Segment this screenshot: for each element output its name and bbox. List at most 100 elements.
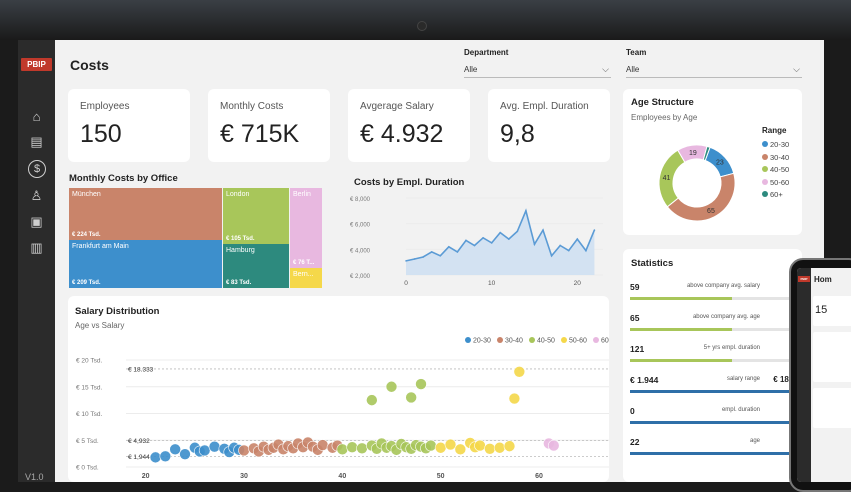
treemap-tile[interactable]: Berlin € 76 T... — [290, 188, 322, 268]
x-tick-label: 10 — [488, 280, 496, 287]
x-tick-label: 40 — [338, 473, 346, 480]
dollar-icon[interactable]: $ — [28, 160, 46, 178]
data-point — [454, 443, 467, 456]
legend-label: 20-30 — [473, 338, 491, 345]
statistics-row: 0empl. duration22 — [630, 406, 800, 432]
data-point — [434, 441, 447, 454]
data-point — [405, 391, 417, 404]
phone-screen: PBIP Hom 15 — [797, 268, 851, 482]
data-point — [425, 439, 437, 452]
legend-item[interactable]: 40-50 — [762, 164, 789, 177]
stat-label: salary range — [726, 376, 760, 382]
legend-label: 40-50 — [537, 338, 555, 345]
data-point — [585, 249, 587, 252]
phone-chart-card — [813, 332, 851, 382]
tile-name: Frankfurt am Main — [72, 243, 129, 250]
department-select[interactable]: Alle ⌵ — [464, 63, 611, 78]
department-filter-label: Department — [464, 48, 509, 57]
data-point — [490, 242, 493, 244]
y-tick-label: € 15 Tsd. — [76, 384, 102, 391]
laptop-bezel — [0, 0, 851, 40]
stat-label: empl. duration — [721, 407, 760, 413]
data-point — [346, 441, 358, 454]
legend-swatch — [593, 337, 599, 343]
data-point — [422, 256, 424, 258]
team-select[interactable]: Alle ⌵ — [626, 63, 802, 78]
legend-swatch — [762, 191, 768, 197]
user-icon[interactable]: ♙ — [27, 186, 46, 205]
data-point — [385, 380, 398, 393]
y-tick-label: € 0 Tsd. — [76, 465, 99, 472]
data-point — [366, 394, 378, 406]
treemap-tile[interactable]: London € 105 Tsd. — [223, 188, 289, 244]
team-filter-label: Team — [626, 48, 647, 57]
data-point — [179, 448, 191, 460]
treemap-tile[interactable]: Frankfurt am Main € 209 Tsd. — [69, 240, 222, 288]
app-logo[interactable]: PBIP — [21, 58, 52, 71]
y-tick-label: € 4,000 — [350, 248, 371, 254]
data-point — [503, 440, 516, 452]
donut-legend: 20-30 30-40 40-50 50-60 60+ — [762, 139, 789, 202]
y-tick-label: € 20 Tsd. — [76, 358, 102, 365]
data-point — [465, 239, 467, 242]
data-point — [542, 229, 544, 231]
x-tick-label: 0 — [404, 280, 408, 287]
stat-bar-fill — [630, 390, 800, 393]
kpi-card-employees: Employees 150 — [68, 89, 190, 162]
tile-name: London — [226, 191, 250, 198]
table-icon[interactable]: ▤ — [27, 132, 46, 151]
report-icon[interactable]: ▥ — [27, 238, 46, 257]
treemap-tile[interactable]: Hamburg € 83 Tsd. — [223, 244, 289, 288]
salary-distribution-card: Salary Distribution Age vs Salary € 0 Ts… — [68, 296, 609, 482]
tile-name: Bern... — [293, 271, 314, 278]
chevron-down-icon: ⌵ — [602, 64, 609, 74]
legend-label: 40-50 — [770, 165, 790, 174]
data-point — [473, 244, 476, 247]
legend-swatch — [497, 337, 503, 343]
data-point — [208, 440, 221, 453]
treemap-title: Monthly Costs by Office — [69, 173, 178, 184]
data-point — [356, 442, 368, 455]
phone-device: PBIP Hom 15 — [789, 258, 851, 492]
legend-swatch — [762, 178, 768, 185]
data-point — [444, 438, 457, 451]
data-point — [499, 231, 502, 234]
legend-label: 20-30 — [770, 140, 790, 149]
treemap-tile[interactable]: München € 224 Tsd. — [69, 188, 222, 240]
tile-name: München — [72, 191, 101, 198]
kpi-value: € 4.932 — [360, 120, 444, 148]
legend-item[interactable]: 20-30 — [762, 139, 789, 152]
x-tick-label: 60 — [535, 473, 543, 480]
legend-item[interactable]: 60+ — [762, 189, 789, 202]
legend-swatch — [561, 337, 567, 343]
donut-chart: 23 65 41 19 — [658, 144, 736, 222]
version-label: V1.0 — [25, 472, 44, 482]
data-point — [567, 249, 570, 252]
page-title: Costs — [70, 57, 109, 73]
phone-logo: PBIP — [798, 276, 810, 282]
phone-nav-rail — [797, 268, 811, 482]
stat-bar-fill — [630, 421, 800, 424]
legend-swatch — [529, 337, 535, 343]
chevron-down-icon: ⌵ — [793, 64, 800, 74]
y-tick-label: € 8,000 — [350, 197, 371, 203]
home-icon[interactable]: ⌂ — [27, 107, 46, 126]
donut-legend-title: Range — [762, 126, 787, 135]
area-fill — [406, 210, 595, 275]
donut-title: Age Structure — [631, 97, 694, 108]
treemap-tile[interactable]: Bern... — [290, 268, 322, 288]
legend-label: 60+ — [770, 190, 783, 199]
data-point — [507, 238, 510, 240]
tile-value: € 83 Tsd. — [226, 280, 252, 286]
legend-item[interactable]: 50-60 — [762, 177, 789, 190]
phone-page-title: Hom — [814, 275, 832, 284]
legend-label: 50-60 — [569, 338, 587, 345]
stat-bar-fill — [630, 359, 732, 362]
data-point — [559, 244, 561, 247]
legend-item[interactable]: 30-40 — [762, 152, 789, 165]
clipboard-icon[interactable]: ▣ — [27, 212, 46, 231]
statistics-row: 59above company avg. salary39 — [630, 282, 800, 308]
tile-value: € 76 T... — [293, 260, 315, 266]
data-point — [456, 251, 459, 253]
data-point — [336, 443, 349, 456]
